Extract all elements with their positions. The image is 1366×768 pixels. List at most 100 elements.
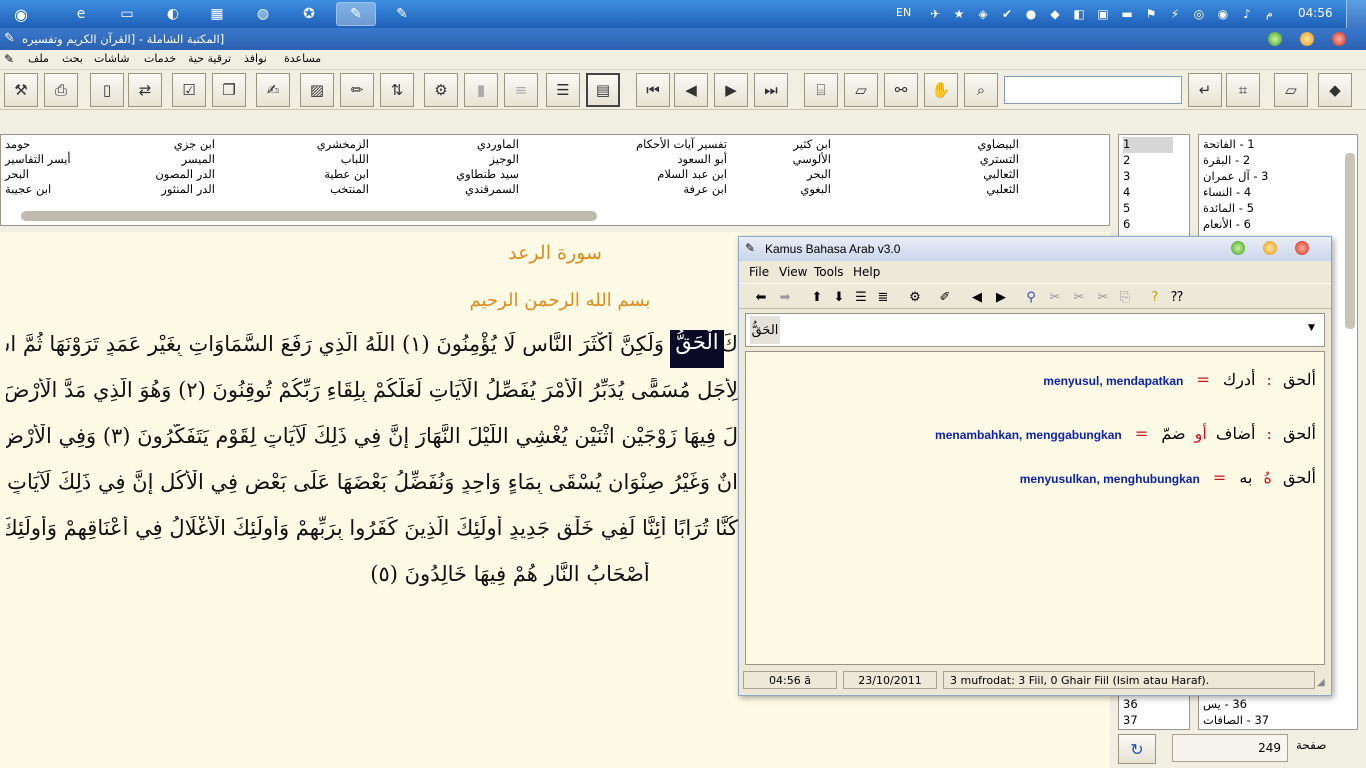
- lang-indicator[interactable]: EN: [896, 6, 911, 19]
- tafsir-item[interactable]: الماوردي: [369, 137, 519, 152]
- tafsir-item[interactable]: البحر: [5, 167, 85, 182]
- binoculars-icon[interactable]: ⚯: [884, 73, 918, 107]
- properties-icon[interactable]: ⚙: [424, 73, 458, 107]
- resize-grip-icon[interactable]: ◢: [1317, 677, 1325, 688]
- index-icon[interactable]: ⌸: [804, 73, 838, 107]
- sura-item[interactable]: 2 - البقرة: [1203, 153, 1275, 169]
- tray-icon-3[interactable]: ◈: [974, 4, 992, 24]
- tafsir-list[interactable]: البيضاوي التستري الثعالبي الثعلبي ابن كث…: [0, 134, 1110, 226]
- tray-icon-1[interactable]: ✈: [926, 4, 944, 24]
- hand-icon[interactable]: ✋: [924, 73, 958, 107]
- tafsir-item[interactable]: المنتخب: [219, 182, 369, 197]
- list-icon[interactable]: ☰: [851, 288, 871, 306]
- menu-search[interactable]: بحث: [62, 52, 83, 65]
- page-item[interactable]: 4: [1123, 185, 1130, 201]
- menu-screens[interactable]: شاشات: [94, 52, 130, 65]
- pencil-icon[interactable]: ✏: [340, 73, 374, 107]
- clock[interactable]: 04:56: [1298, 6, 1333, 20]
- refresh-icon[interactable]: ↻: [1118, 734, 1156, 764]
- swap-icon[interactable]: ⇄: [128, 73, 162, 107]
- go-icon[interactable]: ↵: [1188, 73, 1222, 107]
- list-all-icon[interactable]: ≣: [873, 288, 893, 306]
- tafsir-item[interactable]: السمرقندي: [369, 182, 519, 197]
- tafsir-item[interactable]: تفسير آيات الأحكام: [577, 137, 727, 152]
- close-button[interactable]: [1332, 32, 1346, 46]
- kamus-menu-view[interactable]: View: [779, 265, 807, 279]
- print-icon[interactable]: ⎙: [44, 73, 78, 107]
- chevron-down-icon[interactable]: ▼: [1308, 323, 1315, 333]
- sura-item[interactable]: 4 - النساء: [1203, 185, 1275, 201]
- page-item[interactable]: 5: [1123, 201, 1130, 217]
- tray-icon-4[interactable]: ✔: [998, 4, 1016, 24]
- tafsir-item[interactable]: سيد طنطاوي: [369, 167, 519, 182]
- page-item[interactable]: 36: [1123, 697, 1138, 713]
- page-item[interactable]: 6: [1123, 217, 1130, 233]
- kamus-minimize-button[interactable]: [1231, 241, 1245, 255]
- kamus-maximize-button[interactable]: [1263, 241, 1277, 255]
- disabled-tool-icon-1[interactable]: ✂: [1045, 288, 1065, 306]
- page-item[interactable]: 3: [1123, 169, 1130, 185]
- kamus-window[interactable]: ✎ Kamus Bahasa Arab v3.0 File View Tools…: [738, 236, 1332, 696]
- tafsir-item[interactable]: اللباب: [219, 152, 369, 167]
- tafsir-item[interactable]: ابن عطية: [219, 167, 369, 182]
- tafsir-item[interactable]: الدر المصون: [65, 167, 215, 182]
- next-icon[interactable]: ▶: [991, 288, 1011, 306]
- tafsir-item[interactable]: أبو السعود: [577, 152, 727, 167]
- kamus-close-button[interactable]: [1295, 241, 1309, 255]
- maktaba-task-icon[interactable]: ✎: [336, 2, 376, 26]
- tray-icon-6[interactable]: ◆: [1046, 4, 1064, 24]
- browser-icon[interactable]: ◐: [156, 2, 190, 26]
- action-center-icon[interactable]: ⚑: [1142, 4, 1160, 24]
- sura-scrollbar[interactable]: [1345, 153, 1355, 329]
- tafsir-item[interactable]: حومد: [5, 137, 85, 152]
- tray-icon-10[interactable]: ◎: [1190, 4, 1208, 24]
- tray-icon-8[interactable]: ▣: [1094, 4, 1112, 24]
- book-open-icon[interactable]: ▱: [1274, 73, 1308, 107]
- last-page-icon[interactable]: ⏭: [754, 73, 788, 107]
- page-number-field[interactable]: 249: [1172, 734, 1288, 762]
- new-doc-icon[interactable]: ▯: [90, 73, 124, 107]
- sura-item[interactable]: 37 - الصافات: [1203, 713, 1275, 729]
- tafsir-item[interactable]: ابن جزي: [65, 137, 215, 152]
- book-closed-icon[interactable]: ◆: [1318, 73, 1352, 107]
- folder-icon[interactable]: ▭: [110, 2, 144, 26]
- down-icon[interactable]: ⬇: [829, 288, 849, 306]
- tafsir-item[interactable]: الثعالبي: [869, 167, 1019, 182]
- menu-services[interactable]: خدمات: [144, 52, 176, 65]
- help-icon[interactable]: ?: [1145, 288, 1165, 306]
- tree-icon[interactable]: ⌗: [1226, 73, 1260, 107]
- tray-icon-5[interactable]: ●: [1022, 4, 1040, 24]
- prev-page-icon[interactable]: ◀: [674, 73, 708, 107]
- page-item[interactable]: 1: [1123, 137, 1173, 153]
- pin-icon[interactable]: ⚲: [1021, 288, 1041, 306]
- disabled-icon-2[interactable]: ≡: [504, 73, 538, 107]
- sura-item[interactable]: 6 - الأنعام: [1203, 217, 1275, 233]
- highlighted-word[interactable]: الْحَقُّ: [670, 330, 724, 368]
- image-icon[interactable]: ▨: [300, 73, 334, 107]
- tray-icon-2[interactable]: ★: [950, 4, 968, 24]
- menu-windows[interactable]: نوافذ: [244, 52, 267, 65]
- context-help-icon[interactable]: ⁇: [1167, 288, 1187, 306]
- kamus-search-value[interactable]: الحَقُّ: [750, 316, 780, 344]
- tafsir-item[interactable]: الثعلبي: [869, 182, 1019, 197]
- sura-item[interactable]: 1 - الفاتحة: [1203, 137, 1275, 153]
- minimize-button[interactable]: [1268, 32, 1282, 46]
- tafsir-item[interactable]: ابن عجيبة: [5, 182, 85, 197]
- attach-icon[interactable]: ⎘: [1115, 288, 1135, 306]
- page-item[interactable]: 2: [1123, 153, 1130, 169]
- tafsir-item[interactable]: البيضاوي: [869, 137, 1019, 152]
- menu-help[interactable]: مساعدة: [284, 52, 321, 65]
- tray-icon-11[interactable]: ◉: [1214, 4, 1232, 24]
- tafsir-item[interactable]: ابن عبد السلام: [577, 167, 727, 182]
- volume-icon[interactable]: ♪: [1238, 4, 1256, 24]
- firefox-icon[interactable]: ✪: [292, 2, 326, 26]
- disabled-tool-icon-2[interactable]: ✂: [1069, 288, 1089, 306]
- disabled-tool-icon-3[interactable]: ✂: [1093, 288, 1113, 306]
- tools-icon[interactable]: ⚒: [4, 73, 38, 107]
- search-doc-icon[interactable]: ⌕: [964, 73, 998, 107]
- kamus-menu-tools[interactable]: Tools: [814, 265, 844, 279]
- back-icon[interactable]: ⬅: [751, 288, 771, 306]
- horizontal-scrollbar[interactable]: [21, 211, 597, 221]
- forward-icon[interactable]: ➡: [775, 288, 795, 306]
- network-icon[interactable]: ▬: [1118, 4, 1136, 24]
